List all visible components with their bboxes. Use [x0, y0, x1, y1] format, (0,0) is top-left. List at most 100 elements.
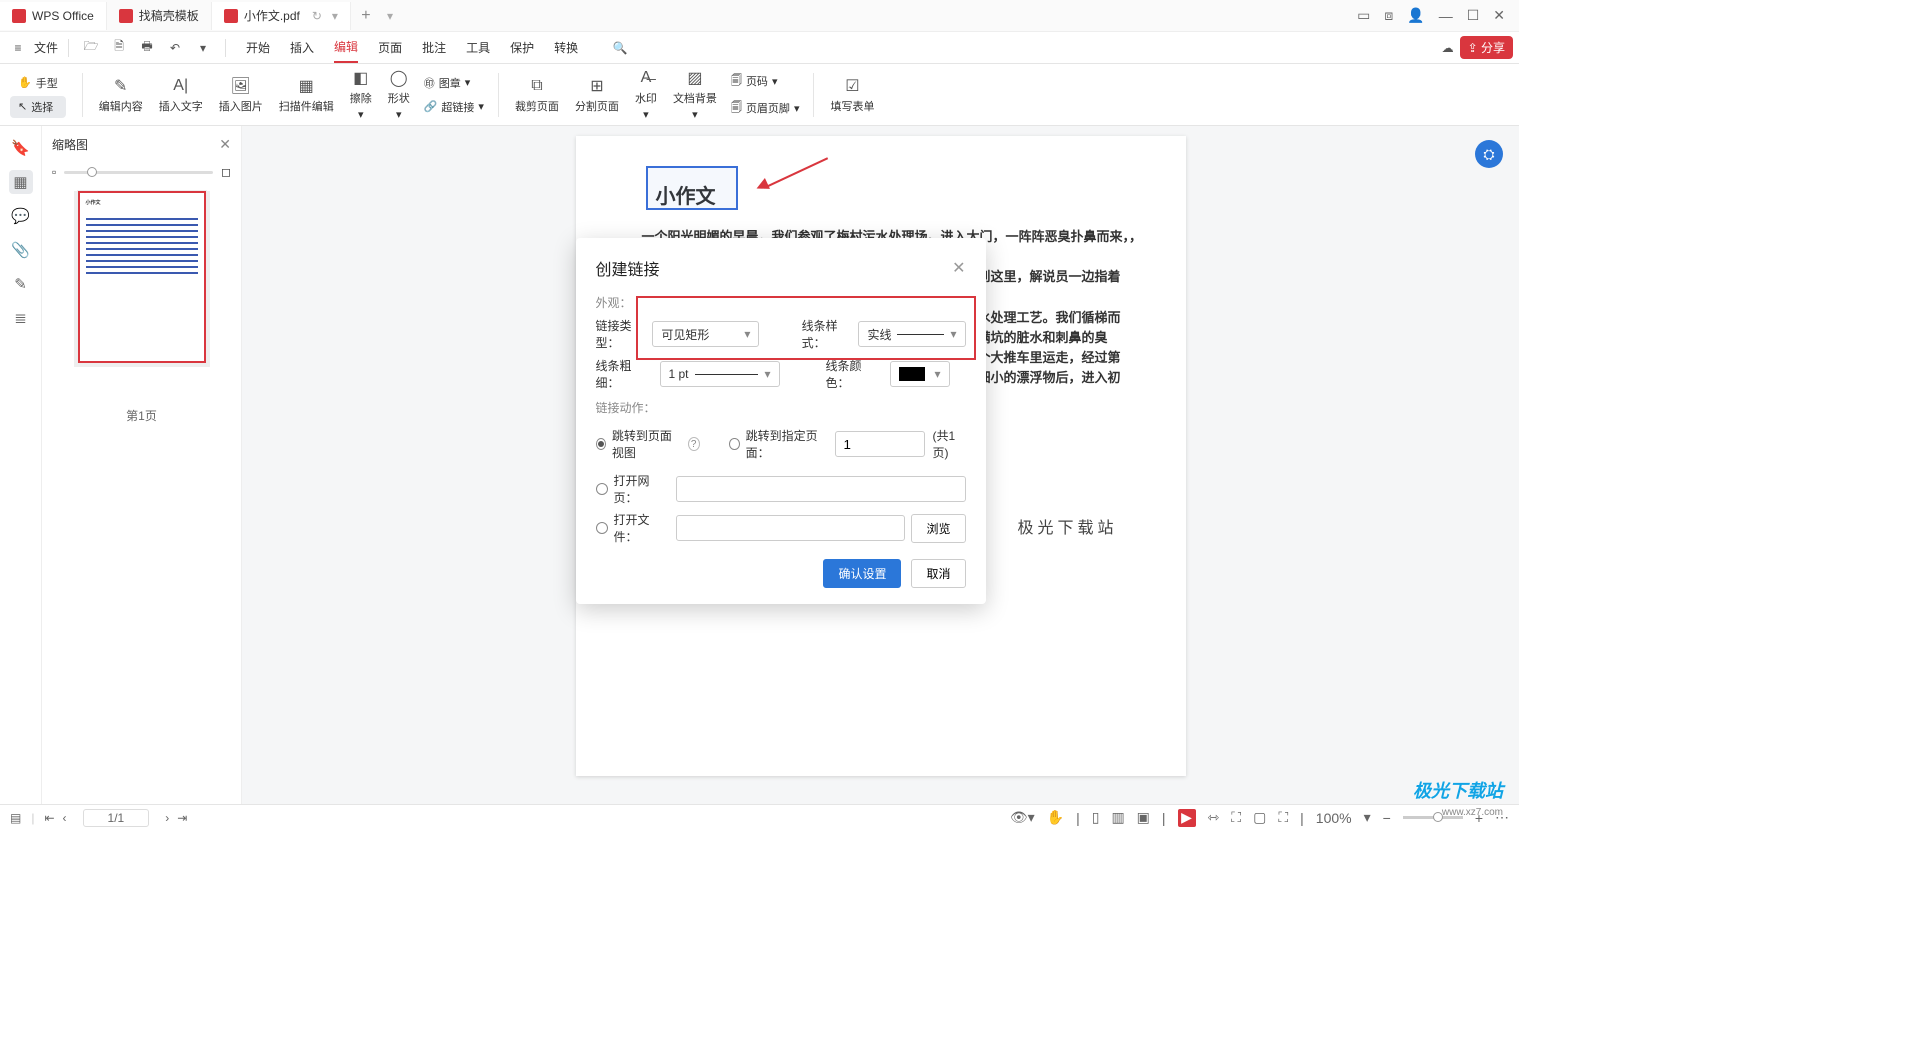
thumb-zoom-slider[interactable]	[64, 171, 213, 174]
line-style-combo[interactable]: 实线▾	[858, 321, 965, 347]
left-rail: 🔖 ▦ 💬 📎 ✎ ≣	[0, 126, 42, 804]
panel-close-button[interactable]: ✕	[219, 136, 231, 153]
fillform-button[interactable]: ☑填写表单	[822, 72, 882, 118]
search-icon[interactable]: 🔍	[608, 36, 632, 60]
scan-edit-button[interactable]: ▦扫描件编辑	[271, 72, 342, 118]
erase-button[interactable]: ◧擦除▾	[342, 64, 380, 125]
undo-icon[interactable]: ↶	[163, 36, 187, 60]
float-assistant-button[interactable]: ⛭	[1475, 140, 1503, 168]
help-icon[interactable]: ?	[688, 437, 700, 451]
sb-two-page-icon[interactable]: ▣	[1137, 809, 1150, 826]
tab-tools[interactable]: 工具	[466, 33, 490, 62]
zoom-in-large-icon[interactable]: ◻	[221, 165, 231, 179]
tab-template[interactable]: 找稿壳模板	[107, 2, 212, 30]
tab-start[interactable]: 开始	[246, 33, 270, 62]
radio-goto-view[interactable]	[596, 438, 606, 450]
thumbnail-page-1[interactable]: 小作文	[74, 191, 210, 367]
tab-convert[interactable]: 转换	[554, 33, 578, 62]
bookmark-icon[interactable]: 🔖	[9, 136, 33, 160]
avatar-icon[interactable]: 👤	[1407, 7, 1424, 24]
ribbon-toolbar: ✋手型 ↖选择 ✎编辑内容 A|插入文字 🖼插入图片 ▦扫描件编辑 ◧擦除▾ ◯…	[0, 64, 1519, 126]
browse-button[interactable]: 浏览	[911, 514, 965, 543]
link-type-combo[interactable]: 可见矩形▾	[652, 321, 759, 347]
tab-annotate[interactable]: 批注	[422, 33, 446, 62]
cloud-icon[interactable]: ☁	[1436, 36, 1460, 60]
zoom-out-button[interactable]: −	[1383, 810, 1391, 826]
line-color-combo[interactable]: ▾	[890, 361, 950, 387]
shape-button[interactable]: ◯形状▾	[380, 64, 418, 125]
share-button[interactable]: ⇪ 分享	[1460, 36, 1513, 59]
window-close[interactable]: ✕	[1493, 7, 1505, 24]
sb-last-page[interactable]: ⇥	[177, 811, 187, 825]
hyperlink-button[interactable]: 🔗超链接▾	[418, 96, 490, 118]
insert-text-button[interactable]: A|插入文字	[151, 72, 211, 118]
sb-eye-icon[interactable]: 👁▾	[1010, 809, 1035, 826]
line-color-label: 线条颜色：	[826, 357, 882, 391]
new-tab-button[interactable]: +	[351, 7, 381, 25]
open-icon[interactable]: 🗁	[79, 36, 103, 60]
open-web-input[interactable]	[676, 476, 966, 502]
zoom-label[interactable]: 100%	[1316, 810, 1352, 826]
print-icon[interactable]: 🖶	[135, 36, 159, 60]
sb-outline-icon[interactable]: ▤	[10, 811, 21, 825]
hyperlink-selection[interactable]	[646, 166, 738, 210]
radio-open-file[interactable]	[596, 522, 608, 534]
file-menu[interactable]: 文件	[34, 39, 58, 56]
tab-edit[interactable]: 编辑	[334, 32, 358, 63]
tab-app[interactable]: WPS Office	[0, 2, 107, 30]
split-page-button[interactable]: ⊞分割页面	[567, 72, 627, 118]
watermark-button[interactable]: A̶水印▾	[627, 64, 665, 125]
thumbnails-icon[interactable]: ▦	[9, 170, 33, 194]
comment-icon[interactable]: 💬	[9, 204, 33, 228]
sb-first-page[interactable]: ⇤	[44, 811, 54, 825]
sb-actualsize-icon[interactable]: ▢	[1253, 809, 1266, 826]
tab-page[interactable]: 页面	[378, 33, 402, 62]
save-icon[interactable]: 🗎	[107, 36, 131, 60]
line-width-combo[interactable]: 1 pt▾	[660, 361, 780, 387]
sb-fitpage-icon[interactable]: ⛶	[1231, 809, 1241, 826]
page-indicator[interactable]: 1/1	[83, 809, 150, 827]
sign-icon[interactable]: ✎	[9, 272, 33, 296]
zoom-out-small-icon[interactable]: ▫	[52, 165, 56, 179]
window-app-icon[interactable]: ▭	[1357, 7, 1370, 24]
window-minimize[interactable]: —	[1439, 8, 1453, 24]
layers-icon[interactable]: ≣	[9, 306, 33, 330]
goto-page-input[interactable]	[835, 431, 925, 457]
tab-sync-icon: ↻	[312, 9, 322, 23]
window-cube-icon[interactable]: ⧈	[1384, 7, 1393, 24]
tab-insert[interactable]: 插入	[290, 33, 314, 62]
dialog-close-button[interactable]: ✕	[952, 258, 965, 278]
open-file-input[interactable]	[676, 515, 906, 541]
tab-protect[interactable]: 保护	[510, 33, 534, 62]
document-canvas[interactable]: ⛭ 小作文 一个阳光明媚的早晨，我们参观了梅村污水处理场。进入大门，一阵阵恶臭扑…	[242, 126, 1519, 804]
headerfooter-button[interactable]: 🗐页眉页脚▾	[725, 96, 806, 121]
hand-tool-button[interactable]: ✋手型	[10, 72, 66, 94]
edit-content-button[interactable]: ✎编辑内容	[91, 72, 151, 118]
redo-dropdown-icon[interactable]: ▾	[191, 36, 215, 60]
template-icon	[119, 9, 133, 23]
sb-hand-icon[interactable]: ✋	[1047, 809, 1064, 826]
select-tool-button[interactable]: ↖选择	[10, 96, 66, 118]
sb-prev-page[interactable]: ‹	[63, 811, 67, 825]
attachment-icon[interactable]: 📎	[9, 238, 33, 262]
cancel-button[interactable]: 取消	[911, 559, 965, 588]
pagenum-button[interactable]: 🗐页码▾	[725, 69, 806, 94]
radio-goto-page[interactable]	[729, 438, 739, 450]
sb-fitwidth-icon[interactable]: ⇿	[1208, 809, 1220, 826]
confirm-button[interactable]: 确认设置	[823, 559, 901, 588]
insert-image-button[interactable]: 🖼插入图片	[211, 72, 271, 118]
sb-play-icon[interactable]: ▶	[1178, 809, 1196, 827]
tab-document[interactable]: 小作文.pdf ↻ ▾	[212, 2, 351, 30]
radio-open-web[interactable]	[596, 483, 608, 495]
tab-dropdown-icon[interactable]: ▾	[332, 9, 338, 23]
sb-continuous-icon[interactable]: ▥	[1111, 809, 1124, 826]
docbg-button[interactable]: ▨文档背景▾	[665, 64, 725, 125]
seal-button[interactable]: ㊞图章▾	[418, 72, 490, 94]
window-maximize[interactable]: ☐	[1467, 7, 1480, 24]
menu-hamburger-icon[interactable]: ≡	[6, 36, 30, 60]
sb-fullscreen-icon[interactable]: ⛶	[1278, 809, 1288, 826]
tabbar-dropdown[interactable]: ▾	[387, 9, 393, 23]
sb-single-page-icon[interactable]: ▯	[1092, 809, 1100, 826]
sb-next-page[interactable]: ›	[165, 811, 169, 825]
crop-page-button[interactable]: ⧉裁剪页面	[507, 72, 567, 118]
